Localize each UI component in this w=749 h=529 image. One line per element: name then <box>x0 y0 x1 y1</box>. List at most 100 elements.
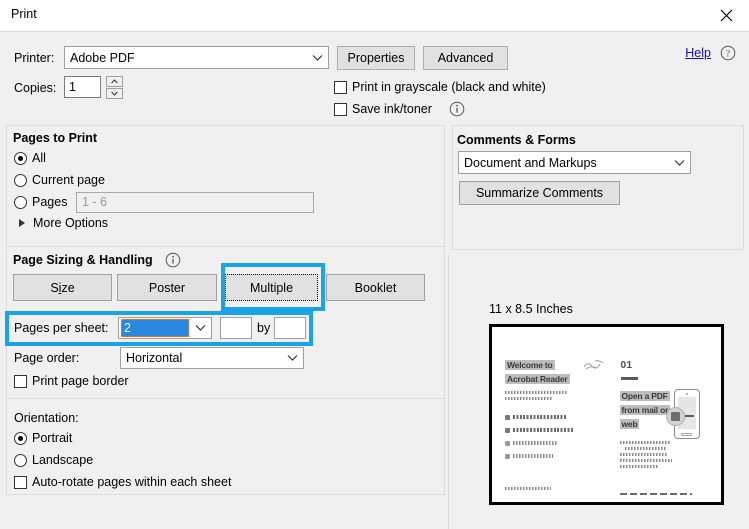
chevron-down-icon <box>189 318 211 338</box>
checkbox-icon[interactable] <box>14 374 27 388</box>
tab-size[interactable]: Size <box>13 274 112 301</box>
comments-forms-select[interactable]: Document and Markups <box>458 151 691 174</box>
page-order-label: Page order: <box>14 351 80 365</box>
print-grayscale-label: Print in grayscale (black and white) <box>352 80 546 94</box>
print-grayscale-checkbox-row[interactable]: Print in grayscale (black and white) <box>334 80 546 94</box>
radio-pages-current-label: Current page <box>32 173 105 187</box>
tab-poster[interactable]: Poster <box>117 274 217 301</box>
window-title: Print <box>11 7 37 21</box>
preview-right-body-line <box>619 465 659 468</box>
checkbox-icon[interactable] <box>334 102 347 116</box>
preview-page-right: 01 Open a PDF from mail or web <box>607 327 722 502</box>
copies-input[interactable]: 1 <box>64 76 101 98</box>
pages-per-sheet-custom-y-input[interactable] <box>274 317 306 339</box>
pages-per-sheet-custom-x-input[interactable] <box>220 317 252 339</box>
copies-stepper[interactable] <box>106 76 123 99</box>
preview-right-footer-dashline <box>619 493 692 495</box>
preview-left-body-line <box>505 391 567 394</box>
radio-icon[interactable] <box>14 151 27 165</box>
radio-pages-all-label: All <box>32 151 46 165</box>
preview-list-bullet <box>505 415 510 420</box>
preview-left-heading-line2: Acrobat Reader <box>505 374 570 384</box>
orientation-label: Orientation: <box>14 411 79 425</box>
title-bar: Print <box>0 0 749 31</box>
printer-label: Printer: <box>14 51 55 65</box>
save-ink-checkbox-row[interactable]: Save ink/toner <box>334 102 432 116</box>
pages-range-input[interactable]: 1 - 6 <box>76 192 314 213</box>
tab-multiple[interactable]: Multiple <box>225 274 318 301</box>
preview-right-body-line <box>624 447 667 450</box>
preview-size-label: 11 x 8.5 Inches <box>489 302 573 316</box>
printer-select[interactable]: Adobe PDF <box>64 46 329 69</box>
auto-rotate-checkbox-row[interactable]: Auto-rotate pages within each sheet <box>14 475 231 489</box>
preview-right-rule <box>620 377 638 380</box>
divider-orient-vert-1 <box>6 400 7 495</box>
summarize-comments-button[interactable]: Summarize Comments <box>459 181 620 205</box>
divider-orient-vert-2 <box>444 400 445 495</box>
printer-select-value: Adobe PDF <box>70 50 135 65</box>
close-button[interactable] <box>703 0 749 31</box>
chevron-down-icon[interactable] <box>106 88 123 99</box>
radio-icon[interactable] <box>14 453 27 467</box>
divider-sizing-vert-1 <box>6 249 7 399</box>
info-circle-icon[interactable] <box>449 101 465 117</box>
preview-right-body-line <box>619 453 668 456</box>
comments-forms-value: Document and Markups <box>464 155 597 170</box>
preview-right-page-number: 01 <box>620 360 633 371</box>
radio-orientation-landscape-label: Landscape <box>32 453 94 467</box>
pages-to-print-title: Pages to Print <box>13 131 98 145</box>
advanced-button[interactable]: Advanced <box>423 46 508 70</box>
page-order-value: Horizontal <box>126 351 183 365</box>
triangle-right-icon <box>19 219 25 227</box>
tab-size-label: Size <box>50 280 75 295</box>
more-options-label: More Options <box>33 216 109 230</box>
print-preview[interactable]: Welcome to Acrobat Reader 01 Open a PDF … <box>489 324 724 505</box>
preview-mail-badge-icon <box>665 407 685 426</box>
help-link[interactable]: Help <box>685 46 711 60</box>
question-circle-icon[interactable]: ? <box>720 45 736 61</box>
divider-left-vert-2 <box>444 125 445 247</box>
radio-pages-all[interactable]: All <box>14 151 46 165</box>
chevron-down-icon <box>281 348 303 368</box>
preview-list-item-text <box>513 428 573 432</box>
pages-per-sheet-select[interactable]: 2 <box>118 317 212 339</box>
radio-orientation-landscape[interactable]: Landscape <box>14 453 93 467</box>
copies-label: Copies: <box>14 81 57 95</box>
preview-list-bullet <box>505 441 510 446</box>
preview-right-heading-line3: web <box>619 419 640 429</box>
tab-booklet[interactable]: Booklet <box>326 274 425 301</box>
divider-orient-bottom <box>6 494 444 495</box>
radio-orientation-portrait-label: Portrait <box>32 431 73 445</box>
radio-pages-range[interactable]: Pages <box>14 195 67 209</box>
preview-logo-scribble-icon <box>583 358 605 376</box>
radio-icon[interactable] <box>14 195 27 209</box>
preview-panel-divider <box>448 255 449 529</box>
preview-list-item-text <box>513 454 553 458</box>
preview-page-left: Welcome to Acrobat Reader <box>492 327 607 502</box>
save-ink-label: Save ink/toner <box>352 102 432 116</box>
divider-sizing-vert-2 <box>444 249 445 399</box>
preview-right-body-line <box>619 441 670 444</box>
divider-right-vert-1 <box>452 125 453 250</box>
info-circle-icon[interactable] <box>165 252 181 268</box>
chevron-down-icon <box>306 47 328 68</box>
pages-per-sheet-by-label: by <box>257 321 271 335</box>
more-options-toggle[interactable]: More Options <box>19 216 108 230</box>
svg-text:?: ? <box>726 49 730 59</box>
divider-pages-to-print-top <box>6 125 444 126</box>
print-page-border-checkbox-row[interactable]: Print page border <box>14 374 129 388</box>
checkbox-icon[interactable] <box>334 80 347 94</box>
divider-pages-to-print-bottom <box>6 246 444 247</box>
print-page-border-label: Print page border <box>32 374 129 388</box>
checkbox-icon[interactable] <box>14 475 27 489</box>
chevron-up-icon[interactable] <box>106 76 123 87</box>
properties-button[interactable]: Properties <box>337 46 415 70</box>
preview-badge-connector <box>684 415 694 417</box>
radio-icon[interactable] <box>14 431 27 445</box>
radio-orientation-portrait[interactable]: Portrait <box>14 431 72 445</box>
radio-pages-current[interactable]: Current page <box>14 173 105 187</box>
close-x-icon <box>720 9 733 22</box>
page-order-select[interactable]: Horizontal <box>120 347 304 369</box>
radio-icon[interactable] <box>14 173 27 187</box>
divider-left-vert-1 <box>6 125 7 247</box>
